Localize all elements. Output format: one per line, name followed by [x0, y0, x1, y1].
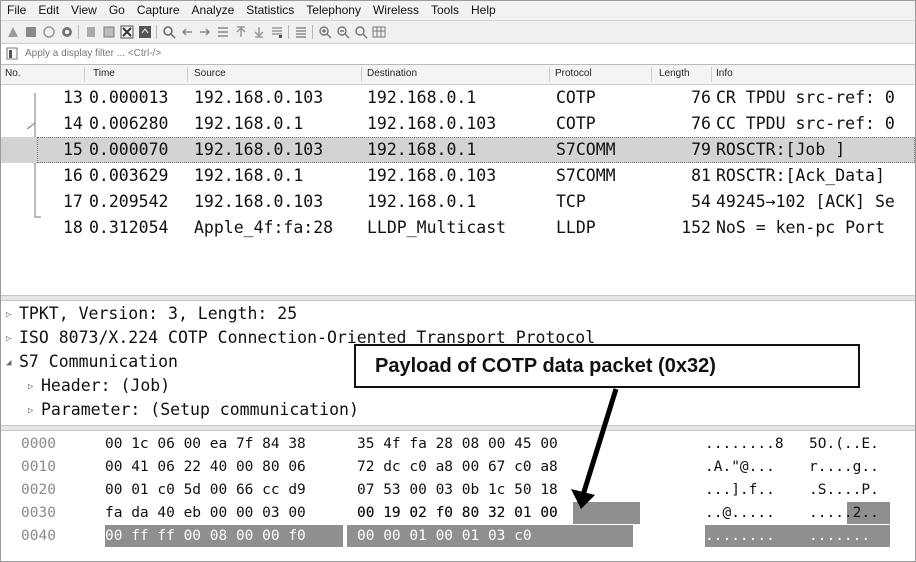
wireshark-window: File Edit View Go Capture Analyze Statis…: [0, 0, 916, 562]
menu-help[interactable]: Help: [465, 1, 502, 20]
packet-row[interactable]: 17 0.209542 192.168.0.103 192.168.0.1 TC…: [1, 189, 915, 215]
save-file-icon[interactable]: [101, 24, 117, 40]
zoom-in-icon[interactable]: [317, 24, 333, 40]
menu-analyze[interactable]: Analyze: [186, 1, 241, 20]
column-info[interactable]: Info: [716, 68, 733, 79]
close-file-icon[interactable]: [119, 24, 135, 40]
menu-view[interactable]: View: [65, 1, 103, 20]
main-toolbar: [1, 21, 915, 44]
menu-tools[interactable]: Tools: [425, 1, 465, 20]
zoom-normal-icon[interactable]: [353, 24, 369, 40]
display-filter-input[interactable]: [25, 46, 913, 61]
collapse-arrow-icon[interactable]: ◢: [6, 358, 11, 368]
menu-capture[interactable]: Capture: [131, 1, 186, 20]
packet-bytes-pane: 0000 00 1c 06 00 ea 7f 84 38 35 4f fa 28…: [1, 431, 915, 561]
hex-row[interactable]: 0000 00 1c 06 00 ea 7f 84 38 35 4f fa 28…: [1, 433, 915, 455]
annotation-text: Payload of COTP data packet (0x32): [375, 354, 716, 377]
menu-telephony[interactable]: Telephony: [300, 1, 367, 20]
packet-row-selected[interactable]: 15 0.000070 192.168.0.103 192.168.0.1 S7…: [1, 137, 915, 163]
hex-row[interactable]: 0040 00 ff ff 00 08 00 00 f0 00 00 01 00…: [1, 525, 915, 547]
display-filter-bar: [1, 44, 915, 65]
annotation-callout: Payload of COTP data packet (0x32): [354, 344, 860, 388]
first-packet-icon[interactable]: [233, 24, 249, 40]
expand-arrow-icon[interactable]: ▷: [28, 406, 33, 416]
column-no[interactable]: No.: [5, 68, 21, 79]
menu-statistics[interactable]: Statistics: [240, 1, 300, 20]
annotation-arrow: [571, 388, 619, 509]
find-packet-icon[interactable]: [161, 24, 177, 40]
go-to-packet-icon[interactable]: [215, 24, 231, 40]
column-source[interactable]: Source: [194, 68, 226, 79]
packet-row[interactable]: 16 0.003629 192.168.0.1 192.168.0.103 S7…: [1, 163, 915, 189]
go-back-icon[interactable]: [179, 24, 195, 40]
last-packet-icon[interactable]: [251, 24, 267, 40]
capture-options-icon[interactable]: [59, 24, 75, 40]
reload-file-icon[interactable]: [137, 24, 153, 40]
packet-row[interactable]: 13 0.000013 192.168.0.103 192.168.0.1 CO…: [1, 85, 915, 111]
menu-go[interactable]: Go: [103, 1, 131, 20]
colorize-icon[interactable]: [293, 24, 309, 40]
expand-arrow-icon[interactable]: ▷: [6, 310, 11, 320]
packet-row[interactable]: 18 0.312054 Apple_4f:fa:28 LLDP_Multicas…: [1, 215, 915, 241]
menu-edit[interactable]: Edit: [32, 1, 65, 20]
expand-arrow-icon[interactable]: ▷: [6, 334, 11, 344]
open-file-icon[interactable]: [83, 24, 99, 40]
bookmark-icon[interactable]: [6, 47, 18, 60]
go-forward-icon[interactable]: [197, 24, 213, 40]
packet-list-header: No. Time Source Destination Protocol Len…: [1, 65, 915, 85]
start-capture-icon[interactable]: [5, 24, 21, 40]
menu-bar: File Edit View Go Capture Analyze Statis…: [1, 1, 915, 21]
packet-list: No. Time Source Destination Protocol Len…: [1, 65, 915, 295]
hex-row[interactable]: 0010 00 41 06 22 40 00 80 06 72 dc c0 a8…: [1, 456, 915, 478]
column-protocol[interactable]: Protocol: [555, 68, 592, 79]
hex-row[interactable]: 0030 fa da 40 eb 00 00 03 00 00 19 02 f0…: [1, 502, 915, 524]
resize-columns-icon[interactable]: [371, 24, 387, 40]
expand-arrow-icon[interactable]: ▷: [28, 382, 33, 392]
packet-row[interactable]: 14 0.006280 192.168.0.1 192.168.0.103 CO…: [1, 111, 915, 137]
restart-capture-icon[interactable]: [41, 24, 57, 40]
column-length[interactable]: Length: [659, 68, 690, 79]
column-destination[interactable]: Destination: [367, 68, 417, 79]
column-time[interactable]: Time: [93, 68, 115, 79]
stop-capture-icon[interactable]: [23, 24, 39, 40]
hex-row[interactable]: 0020 00 01 c0 5d 00 66 cc d9 07 53 00 03…: [1, 479, 915, 501]
menu-wireless[interactable]: Wireless: [367, 1, 425, 20]
menu-file[interactable]: File: [1, 1, 32, 20]
autoscroll-icon[interactable]: [269, 24, 285, 40]
zoom-out-icon[interactable]: [335, 24, 351, 40]
